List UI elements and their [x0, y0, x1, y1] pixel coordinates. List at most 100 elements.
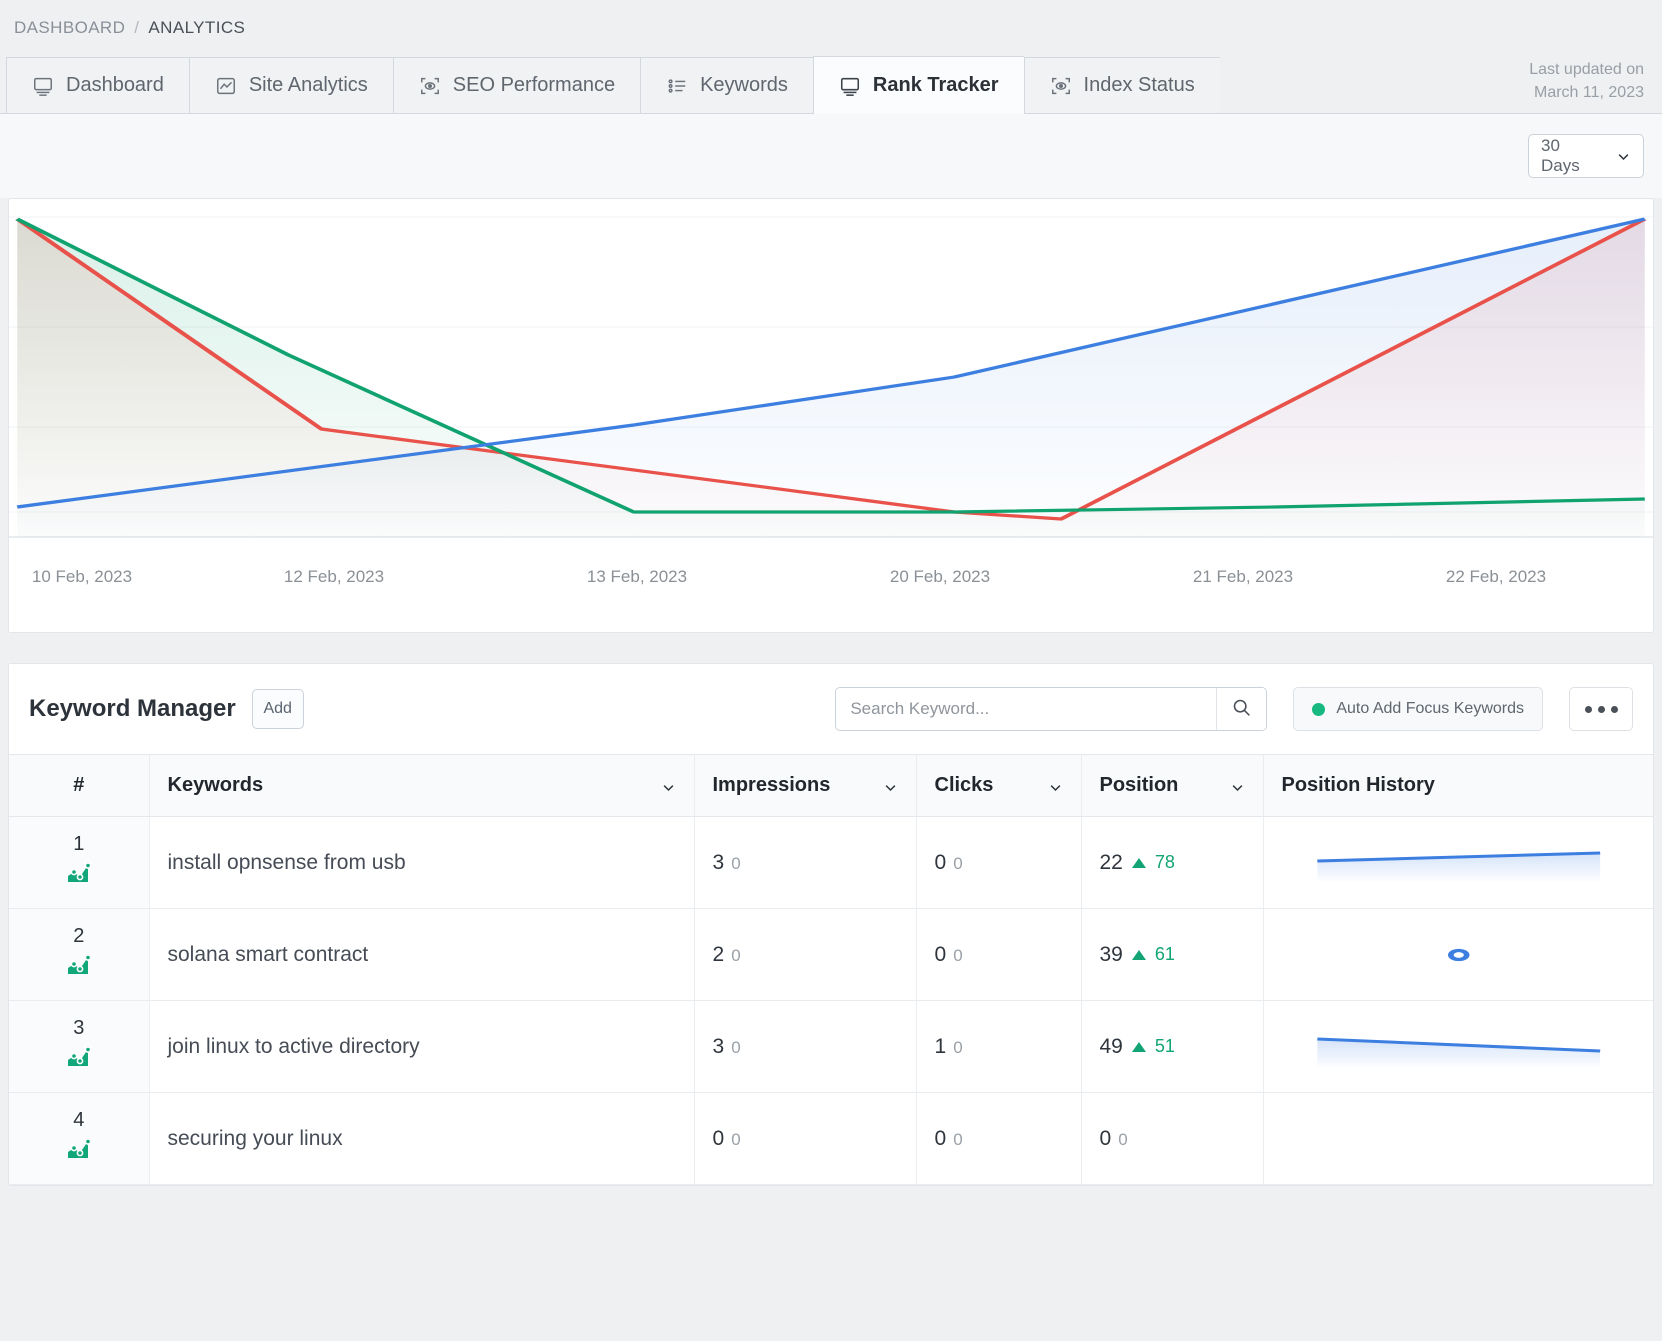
keyword-cell: securing your linux [149, 1092, 695, 1185]
column-label: Position [1099, 774, 1179, 796]
column-header-impressions[interactable]: Impressions [694, 754, 917, 817]
tab-index-status[interactable]: Index Status [1023, 57, 1220, 113]
x-tick-label: 21 Feb, 2023 [1192, 567, 1294, 586]
more-options-button[interactable] [1569, 687, 1633, 731]
impressions-delta: 0 [731, 1037, 741, 1057]
position-change: 0 [1118, 1129, 1128, 1149]
position-change: 61 [1154, 944, 1175, 964]
keyword-text[interactable]: securing your linux [168, 1127, 343, 1150]
tab-label: Rank Tracker [872, 74, 999, 96]
sparkline-single-point [1447, 948, 1470, 961]
chevron-down-icon[interactable] [883, 778, 898, 793]
tab-seo-performance[interactable]: SEO Performance [392, 57, 641, 113]
keyword-text[interactable]: install opnsense from usb [168, 851, 406, 874]
eye-scan-icon [419, 75, 441, 97]
date-range-value: 30 Days [1541, 136, 1580, 175]
x-tick-label: 13 Feb, 2023 [586, 567, 688, 586]
breadcrumb-current: ANALYTICS [148, 18, 246, 37]
clicks-value: 1 [934, 1034, 947, 1058]
row-number: 4 [73, 1109, 85, 1131]
page-title: Keyword Manager [29, 695, 236, 722]
clicks-cell: 10 [916, 1000, 1082, 1093]
impressions-cell: 30 [694, 1000, 917, 1093]
clicks-delta: 0 [953, 1129, 963, 1149]
auto-add-label: Auto Add Focus Keywords [1336, 700, 1524, 717]
breadcrumb-root[interactable]: DASHBOARD [14, 18, 125, 38]
filter-bar: 30 Days [0, 114, 1662, 198]
chart-up-icon [66, 862, 92, 892]
add-keyword-button[interactable]: Add [251, 689, 304, 729]
keyword-cell: install opnsense from usb [149, 816, 695, 909]
column-label: Impressions [712, 774, 831, 796]
sparkline-down [1316, 1037, 1600, 1069]
breadcrumb: DASHBOARD / ANALYTICS [0, 0, 1662, 52]
tab-label: Dashboard [66, 74, 164, 96]
monitor-icon [839, 75, 861, 97]
table-row[interactable]: 1 install opnsense from usb 30 00 22 78 [9, 816, 1653, 909]
clicks-cell: 00 [916, 816, 1082, 909]
clicks-value: 0 [934, 942, 947, 966]
tab-keywords[interactable]: Keywords [640, 57, 813, 113]
date-range-dropdown[interactable]: 30 Days [1528, 134, 1644, 178]
impressions-delta: 0 [731, 945, 741, 965]
keyword-manager-card: Keyword Manager Add Auto Add Focus Keywo… [8, 663, 1654, 1186]
clicks-cell: 00 [916, 908, 1082, 1001]
column-header-position[interactable]: Position [1081, 754, 1264, 817]
column-header-position-history: Position History [1263, 754, 1653, 817]
tab-site-analytics[interactable]: Site Analytics [188, 57, 393, 113]
row-number-cell: 2 [9, 908, 150, 1001]
position-cell: 49 51 [1081, 1000, 1264, 1093]
keyword-cell: join linux to active directory [149, 1000, 695, 1093]
chart-box-icon [215, 75, 237, 97]
clicks-delta: 0 [953, 945, 963, 965]
keyword-manager-header: Keyword Manager Add Auto Add Focus Keywo… [9, 664, 1653, 754]
breadcrumb-separator: / [134, 18, 140, 37]
impressions-cell: 20 [694, 908, 917, 1001]
search-box[interactable] [835, 687, 1268, 731]
row-number-cell: 1 [9, 816, 150, 909]
row-number-cell: 4 [9, 1092, 150, 1185]
tab-rank-tracker[interactable]: Rank Tracker [812, 56, 1024, 114]
trend-up-icon [1131, 1041, 1146, 1052]
column-header-keywords[interactable]: Keywords [149, 754, 695, 817]
position-history-cell [1263, 1000, 1653, 1093]
chevron-down-icon[interactable] [661, 778, 676, 793]
column-header-clicks[interactable]: Clicks [916, 754, 1082, 817]
position-value: 39 [1099, 942, 1123, 966]
keyword-text[interactable]: solana smart contract [168, 943, 369, 966]
search-submit-button[interactable] [1216, 688, 1267, 730]
impressions-cell: 30 [694, 816, 917, 909]
position-change: 78 [1154, 852, 1175, 872]
table-header: # Keywords Impressions Clicks Position P… [9, 754, 1653, 817]
table-header-row: # Keywords Impressions Clicks Position P… [9, 754, 1653, 817]
search-input[interactable] [836, 688, 1217, 730]
x-tick-label: 22 Feb, 2023 [1445, 567, 1547, 586]
search-icon [1231, 697, 1252, 721]
position-cell: 00 [1081, 1092, 1264, 1185]
x-tick-label: 10 Feb, 2023 [31, 567, 133, 586]
row-number: 2 [73, 925, 85, 947]
auto-add-focus-keywords-button[interactable]: Auto Add Focus Keywords [1293, 687, 1543, 731]
rank-trend-chart[interactable] [9, 207, 1653, 547]
x-tick-label: 12 Feb, 2023 [283, 567, 385, 586]
position-cell: 39 61 [1081, 908, 1264, 1001]
table-row[interactable]: 3 join linux to active directory 30 10 4… [9, 1000, 1653, 1093]
keyword-manager-toolbar: Auto Add Focus Keywords [835, 687, 1633, 731]
clicks-value: 0 [934, 850, 947, 874]
table-row[interactable]: 2 solana smart contract 20 00 39 61 [9, 908, 1653, 1001]
keyword-text[interactable]: join linux to active directory [168, 1035, 420, 1058]
tab-label: Keywords [700, 74, 788, 96]
dot-icon [1597, 705, 1605, 713]
eye-scan-icon [1050, 75, 1072, 97]
impressions-value: 3 [712, 850, 725, 874]
position-value: 0 [1099, 1126, 1112, 1150]
tab-dashboard[interactable]: Dashboard [6, 57, 189, 113]
chevron-down-icon[interactable] [1230, 778, 1245, 793]
chevron-down-icon[interactable] [1048, 778, 1063, 793]
table-body: 1 install opnsense from usb 30 00 22 78 … [9, 816, 1653, 1185]
row-number: 3 [73, 1017, 85, 1039]
clicks-cell: 00 [916, 1092, 1082, 1185]
chart-up-icon [66, 1046, 92, 1076]
chart-up-icon [66, 954, 92, 984]
table-row[interactable]: 4 securing your linux 00 00 00 [9, 1092, 1653, 1185]
